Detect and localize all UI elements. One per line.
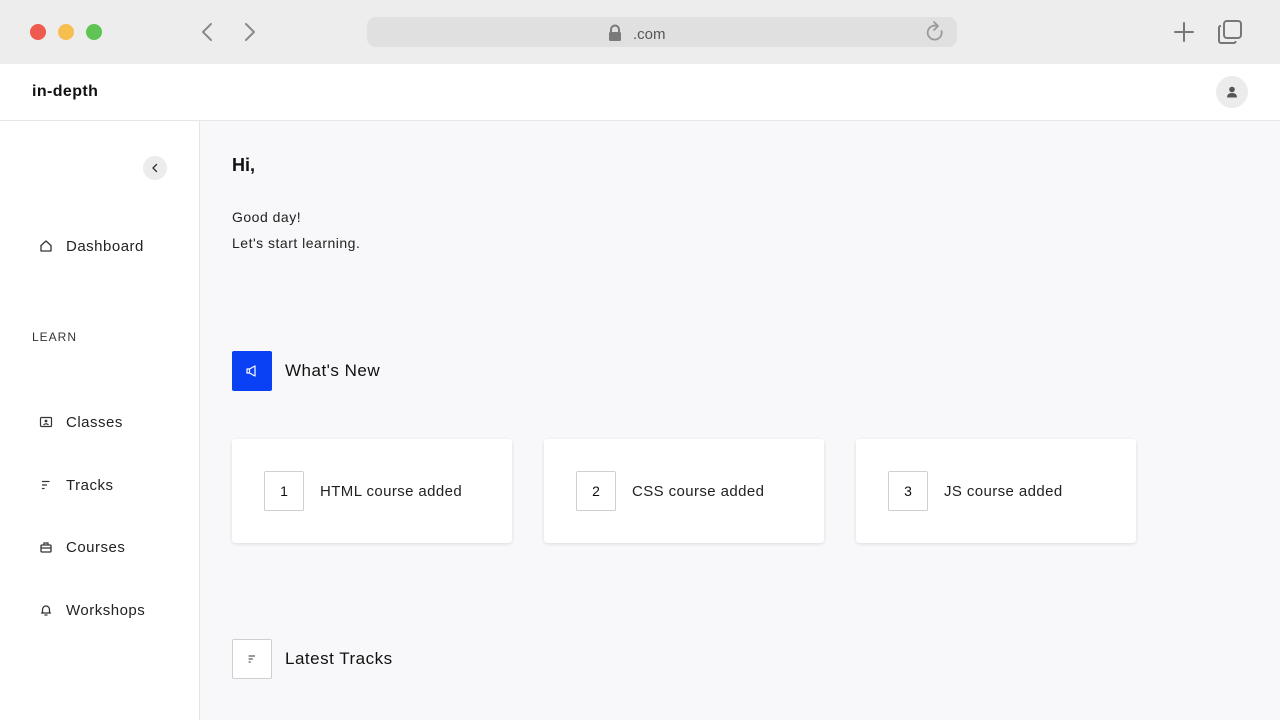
whats-new-title: What's New — [285, 361, 381, 380]
sidebar-item-courses[interactable]: Courses — [38, 536, 125, 558]
tracks-icon — [232, 639, 272, 679]
minimize-window-button[interactable] — [58, 24, 74, 40]
maximize-window-button[interactable] — [86, 24, 102, 40]
address-bar[interactable]: .com — [367, 17, 957, 47]
user-icon — [1227, 86, 1237, 98]
sidebar-item-label: Courses — [66, 538, 126, 556]
card-text: CSS course added — [632, 483, 765, 500]
chevron-left-icon — [152, 163, 158, 173]
greeting-title: Hi, — [232, 155, 256, 175]
home-icon — [38, 238, 54, 254]
whats-new-card[interactable]: 3 JS course added — [856, 439, 1136, 543]
whats-new-card[interactable]: 1 HTML course added — [232, 439, 512, 543]
close-window-button[interactable] — [30, 24, 46, 40]
plus-icon[interactable] — [1172, 20, 1196, 44]
megaphone-icon — [232, 351, 272, 391]
avatar[interactable] — [1216, 76, 1248, 108]
sidebar-item-workshops[interactable]: Workshops — [38, 599, 145, 621]
lock-icon — [609, 24, 621, 41]
forward-button[interactable] — [237, 20, 261, 44]
greeting-subtitle: Good day! — [232, 209, 302, 225]
latest-tracks-title: Latest Tracks — [285, 649, 393, 668]
reload-icon[interactable] — [923, 20, 947, 46]
card-text: HTML course added — [320, 483, 463, 500]
whats-new-card[interactable]: 2 CSS course added — [544, 439, 824, 543]
card-number: 1 — [264, 471, 304, 511]
tracks-icon — [38, 477, 54, 493]
briefcase-icon — [38, 539, 54, 555]
chevron-right-icon — [245, 23, 255, 41]
card-number: 2 — [576, 471, 616, 511]
sidebar-item-tracks[interactable]: Tracks — [38, 474, 113, 496]
whats-new-header: What's New — [232, 351, 380, 391]
sidebar-item-label: Classes — [66, 413, 123, 431]
sidebar-item-dashboard[interactable]: Dashboard — [38, 235, 144, 257]
card-number: 3 — [888, 471, 928, 511]
app-header: in-depth — [0, 64, 1280, 121]
sidebar: Dashboard LEARN Classes Tracks Courses W… — [0, 121, 200, 720]
chevron-left-icon — [202, 23, 212, 41]
collapse-sidebar-button[interactable] — [143, 156, 167, 180]
sidebar-item-label: Tracks — [66, 476, 114, 494]
url-text: .com — [633, 26, 666, 43]
bell-icon — [38, 602, 54, 618]
main-content: Hi, Good day! Let's start learning. What… — [201, 121, 1280, 720]
greeting-subtitle-2: Let's start learning. — [232, 235, 361, 251]
back-button[interactable] — [196, 20, 220, 44]
sidebar-item-label: Workshops — [66, 601, 146, 619]
sidebar-item-classes[interactable]: Classes — [38, 411, 123, 433]
card-text: JS course added — [944, 483, 1063, 500]
brand-logo[interactable]: in-depth — [32, 83, 98, 101]
browser-chrome: .com — [0, 0, 1280, 64]
sidebar-section-heading: LEARN — [32, 330, 78, 344]
latest-tracks-header: Latest Tracks — [232, 639, 393, 679]
classroom-icon — [38, 414, 54, 430]
sidebar-item-label: Dashboard — [66, 237, 144, 255]
tabs-icon[interactable] — [1216, 18, 1244, 46]
